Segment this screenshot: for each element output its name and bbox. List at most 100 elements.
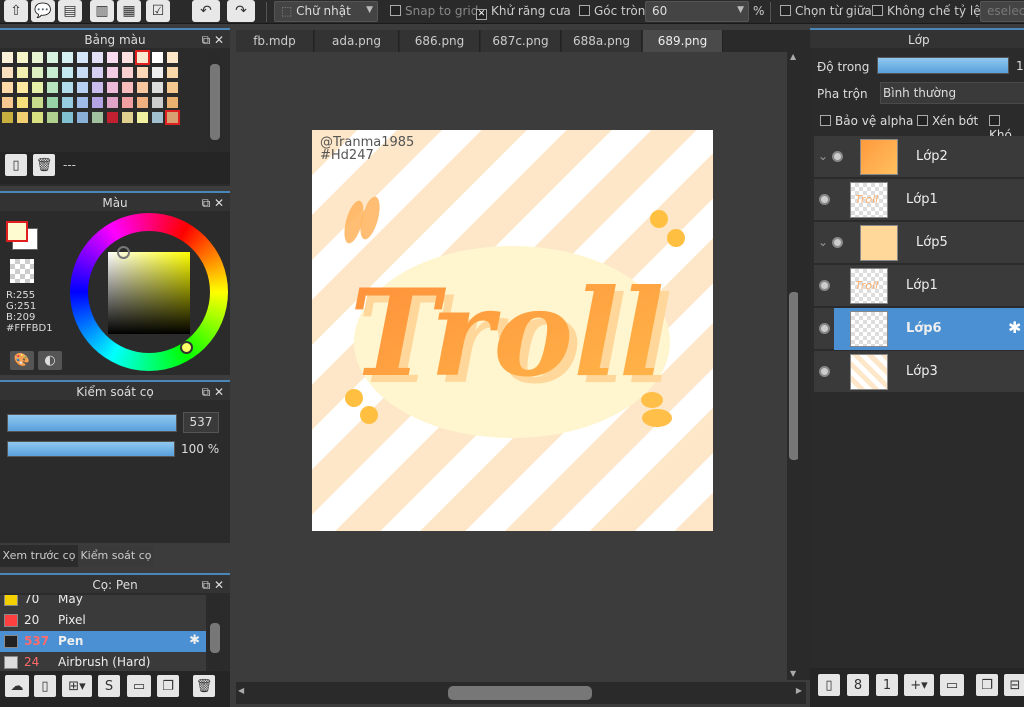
palette-swatch[interactable] [92,67,103,78]
undo-icon[interactable]: ↶ [192,0,220,22]
list-item[interactable]: 24 Airbrush (Hard) [0,652,206,673]
gear-icon[interactable]: ✱ [189,633,200,648]
palette-swatch[interactable] [137,82,148,93]
palette-swatch[interactable] [17,112,28,123]
palette-swatch[interactable] [77,97,88,108]
visibility-icon[interactable] [819,366,830,377]
layer-row[interactable]: Lớp3 [814,351,1024,393]
palette-swatch[interactable] [2,82,13,93]
palette-swatch[interactable] [92,52,103,63]
redo-icon[interactable]: ↷ [227,0,255,22]
new-layer-1bit-icon[interactable]: 1 [876,674,898,696]
snap-to-grid-checkbox[interactable]: Snap to grid [390,4,478,18]
list-item[interactable]: 70 Mây [0,595,206,610]
palette-swatch[interactable] [92,112,103,123]
palette-swatch[interactable] [17,82,28,93]
center-select-checkbox[interactable]: Chọn từ giữa [780,4,872,18]
palette-swatch[interactable] [167,52,178,63]
palette-swatch[interactable] [32,67,43,78]
selection-shape-select[interactable]: ⬚ Chữ nhật ▼ [274,1,378,22]
palette-swatch[interactable] [152,82,163,93]
palette-swatch[interactable] [32,97,43,108]
palette-swatch[interactable] [17,52,28,63]
list-item[interactable]: 20 Pixel [0,610,206,631]
palette-swatch[interactable] [62,82,73,93]
blend-mode-select[interactable]: Bình thường [880,82,1024,104]
share-icon[interactable]: ⇧ [4,0,28,22]
palette-swatch[interactable] [122,97,133,108]
palette-swatch[interactable] [107,52,118,63]
palette-swatch[interactable] [32,52,43,63]
tab-file-5[interactable]: 688a.png [562,30,642,52]
palette-swatch[interactable] [122,67,133,78]
trash-icon[interactable]: 🗑 [193,675,215,697]
palette-swatch[interactable] [62,112,73,123]
palette-swatch[interactable] [92,97,103,108]
list-item-selected[interactable]: 537 Pen ✱ [0,631,206,652]
trash-icon[interactable]: 🗑 [33,154,55,176]
palette-swatch[interactable] [47,82,58,93]
palette-swatch[interactable] [77,82,88,93]
tab-brush-control[interactable]: Kiểm soát cọ [78,545,154,567]
palette-swatch[interactable] [17,97,28,108]
layout-icon[interactable]: ▦ [117,0,141,22]
palette-swatch[interactable] [62,52,73,63]
palette-swatch[interactable] [152,67,163,78]
palette-swatch[interactable] [107,82,118,93]
palette-swatch[interactable] [122,52,133,63]
duplicate-icon[interactable]: ❐ [976,674,998,696]
artwork-canvas[interactable]: Troll Troll @Tranma1985 #Hd247 [312,130,713,531]
add-layer-menu-icon[interactable]: +▾ [904,674,934,696]
palette-swatch[interactable] [62,67,73,78]
script-icon[interactable]: S [98,675,120,697]
tab-file-1[interactable]: fb.mdp [236,30,314,52]
palette-swatch[interactable] [47,112,58,123]
palette-swatch[interactable] [47,97,58,108]
visibility-icon[interactable] [819,323,830,334]
palette-swatch[interactable] [167,67,178,78]
foreground-color-swatch[interactable] [6,221,28,242]
new-page-icon[interactable]: ▯ [5,154,27,176]
palette-swatch[interactable] [135,50,150,65]
folder-icon[interactable]: ▭ [940,674,964,696]
palette-swatch[interactable] [165,110,180,125]
checklist-icon[interactable]: ☑ [146,0,170,22]
visibility-icon[interactable] [819,194,830,205]
ratio-checkbox[interactable]: Không chế tỷ lệ [872,4,981,18]
palette-swatch[interactable] [137,67,148,78]
palette-swatch[interactable] [167,97,178,108]
sv-picker-handle[interactable] [117,246,130,259]
palette-swatch[interactable] [32,112,43,123]
palette-swatches[interactable] [0,50,205,152]
palette-swatch[interactable] [47,67,58,78]
tab-brush-preview[interactable]: Xem trước cọ [0,545,78,567]
brush-opacity-slider[interactable] [7,441,175,457]
tab-file-6-active[interactable]: 689.png [643,30,723,52]
palette-swatch[interactable] [2,67,13,78]
brush-add-menu-icon[interactable]: ⊞▾ [62,675,92,697]
folder-icon[interactable]: ▭ [127,675,151,697]
palette-swatch[interactable] [107,97,118,108]
color-mix-icon[interactable]: ◐ [38,351,62,370]
palette-swatch[interactable] [152,52,163,63]
tab-file-4[interactable]: 687c.png [481,30,561,52]
document-icon[interactable]: ▥ [90,0,114,22]
layer-row[interactable]: Troll Lớp1 [814,265,1024,307]
round-value-select[interactable]: 60 ▼ [645,1,749,22]
new-brush-icon[interactable]: ▯ [34,675,56,697]
saturation-value-square[interactable] [108,252,190,334]
canvas-hscrollbar[interactable]: ◀ ▶ [236,682,806,704]
panel-controls-icon[interactable]: ⧉ ✕ [202,30,224,50]
palette-swatch[interactable] [167,82,178,93]
deselect-button[interactable]: eselec [980,1,1024,22]
palette-swatch[interactable] [122,82,133,93]
palette-swatch[interactable] [107,67,118,78]
layer-row[interactable]: Troll Lớp1 [814,179,1024,221]
cloud-upload-icon[interactable]: ☁ [5,675,29,697]
brush-size-value[interactable]: 537 [183,412,219,433]
palette-swatch[interactable] [77,67,88,78]
palette-swatch[interactable] [152,97,163,108]
palette-swatch[interactable] [17,67,28,78]
palette-swatch[interactable] [122,112,133,123]
palette-swatch[interactable] [77,52,88,63]
